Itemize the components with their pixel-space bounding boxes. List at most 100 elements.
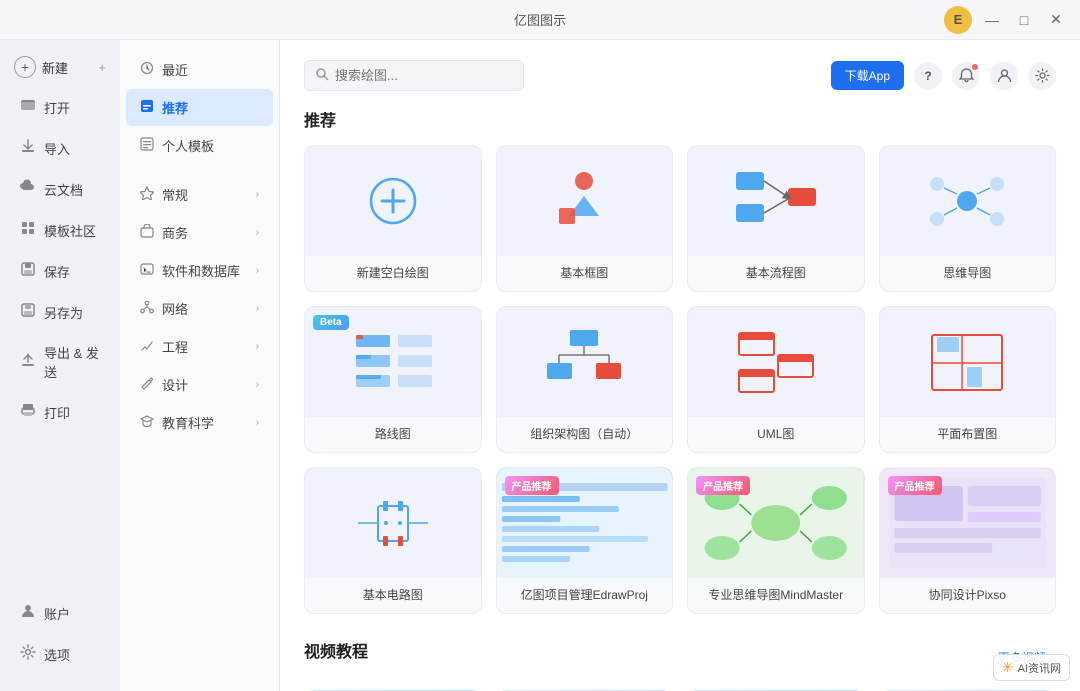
content-area: 下载App ? 推荐 [280,40,1080,691]
edrawproj-label: 亿图项目管理EdrawProj [497,578,673,613]
mid-nav-design[interactable]: 设计 › [126,366,273,403]
cloud-label: 云文档 [44,180,83,199]
design-icon [140,376,154,393]
mid-nav-software[interactable]: 软件和数据库 › [126,252,273,289]
engineering-chevron: › [256,341,259,352]
route-img: Beta [305,307,481,417]
business-chevron: › [256,227,259,238]
new-label: 新建 [42,58,68,77]
new-button[interactable]: + 新建 + [0,48,120,86]
options-icon [20,644,36,664]
search-box[interactable] [304,60,524,91]
search-input[interactable] [335,68,513,83]
mindmap-img [880,146,1056,256]
mid-nav-engineering[interactable]: 工程 › [126,328,273,365]
template-card-pixso[interactable]: 产品推荐 协同设计Pixso [879,467,1057,614]
top-bar: 下载App ? [304,60,1056,91]
general-icon [140,186,154,203]
mid-nav-business[interactable]: 商务 › [126,214,273,251]
account-label: 账户 [44,604,70,623]
pixso-badge: 产品推荐 [888,476,942,495]
sidebar-item-open[interactable]: 打开 [6,87,114,127]
template-card-uml[interactable]: UML图 [687,306,865,453]
video-section-header: 视频教程 更多视频 > [304,638,1056,676]
mid-sidebar: 最近 推荐 个人模板 常 [120,40,280,691]
template-card-edrawproj[interactable]: 产品推荐 亿图项目管理EdrawProj [496,467,674,614]
minimize-button[interactable]: — [980,8,1004,32]
close-button[interactable]: ✕ [1044,8,1068,32]
help-button[interactable]: ? [914,62,942,90]
sidebar-item-cloud[interactable]: 云文档 [6,169,114,209]
recommend-icon [140,99,154,116]
sidebar-item-export[interactable]: 导出 & 发送 [6,333,114,391]
mid-nav-general[interactable]: 常规 › [126,176,273,213]
export-icon [20,352,36,372]
circuit-img [305,468,481,578]
watermark-label: AI资讯网 [1018,660,1061,676]
network-label: 网络 [162,299,188,318]
template-card-route[interactable]: Beta 路线图 [304,306,482,453]
edrawproj-badge: 产品推荐 [505,476,559,495]
open-icon [20,97,36,117]
software-chevron: › [256,265,259,276]
mindmap-label: 思维导图 [880,256,1056,291]
new-blank-img [305,146,481,256]
download-app-button[interactable]: 下载App [831,61,904,90]
sidebar-item-save[interactable]: 保存 [6,251,114,291]
business-label: 商务 [162,223,188,242]
maximize-button[interactable]: □ [1012,8,1036,32]
new-plus-icon: + [14,56,36,78]
mindmaster-img: 产品推荐 [688,468,864,578]
basic-flow-img [688,146,864,256]
template-card-mindmap[interactable]: 思维导图 [879,145,1057,292]
edrawproj-img: 产品推荐 [497,468,673,578]
video-section-title: 视频教程 [304,638,368,662]
save-label: 保存 [44,262,70,281]
mindmaster-badge: 产品推荐 [696,476,750,495]
template-card-floor[interactable]: 平面布置图 [879,306,1057,453]
titlebar-controls: E — □ ✕ [944,6,1068,34]
mid-nav-recent[interactable]: 最近 [126,51,273,88]
mid-nav-personal[interactable]: 个人模板 [126,127,273,164]
sidebar-item-account[interactable]: 账户 [6,593,114,633]
template-card-basic-frame[interactable]: 基本框图 [496,145,674,292]
export-label: 导出 & 发送 [44,343,100,381]
template-card-org[interactable]: 组织架构图（自动） [496,306,674,453]
user-button[interactable] [990,62,1018,90]
template-community-label: 模板社区 [44,221,96,240]
personal-icon [140,137,154,154]
sidebar-item-import[interactable]: 导入 [6,128,114,168]
design-chevron: › [256,379,259,390]
template-card-new-blank[interactable]: 新建空白绘图 [304,145,482,292]
general-label: 常规 [162,185,188,204]
top-actions: 下载App ? [831,61,1056,90]
recommend-label: 推荐 [162,98,188,117]
uml-label: UML图 [688,417,864,452]
circuit-label: 基本电路图 [305,578,481,613]
watermark-star: ✳ [1002,659,1014,676]
mid-nav-recommend[interactable]: 推荐 [126,89,273,126]
settings-button[interactable] [1028,62,1056,90]
basic-frame-label: 基本框图 [497,256,673,291]
template-card-mindmaster[interactable]: 产品推荐 专业思维导图MindMaster [687,467,865,614]
sidebar-item-saveas[interactable]: 另存为 [6,292,114,332]
sidebar-item-print[interactable]: 打印 [6,392,114,432]
mid-nav-education[interactable]: 教育科学 › [126,404,273,441]
mid-nav-network[interactable]: 网络 › [126,290,273,327]
recommend-section-title: 推荐 [304,107,1056,131]
user-avatar[interactable]: E [944,6,972,34]
sidebar-item-template-community[interactable]: 模板社区 [6,210,114,250]
sidebar-item-options[interactable]: 选项 [6,634,114,674]
recent-icon [140,61,154,78]
floor-img [880,307,1056,417]
saveas-label: 另存为 [44,303,83,322]
org-img [497,307,673,417]
account-icon [20,603,36,623]
template-card-basic-flow[interactable]: 基本流程图 [687,145,865,292]
route-label: 路线图 [305,417,481,452]
notification-button[interactable] [952,62,980,90]
engineering-icon [140,338,154,355]
template-card-circuit[interactable]: 基本电路图 [304,467,482,614]
education-chevron: › [256,417,259,428]
network-chevron: › [256,303,259,314]
